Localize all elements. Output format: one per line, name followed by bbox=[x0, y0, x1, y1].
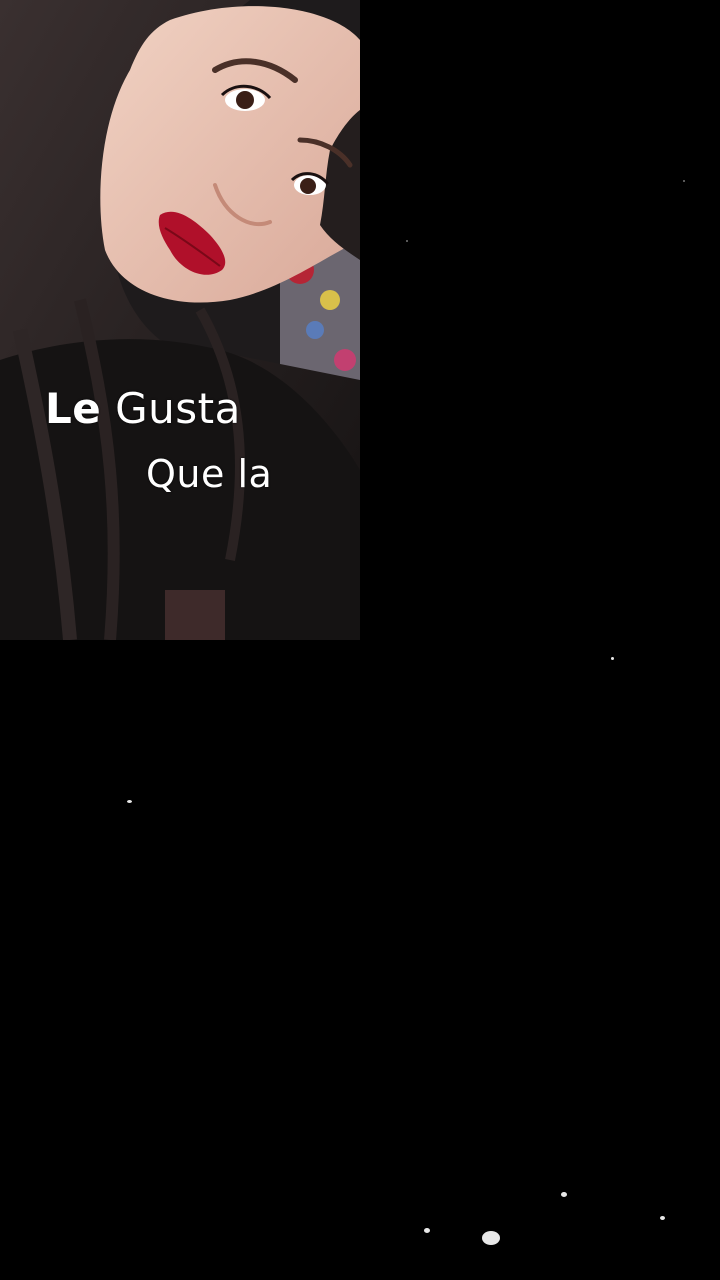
dust-speck bbox=[611, 657, 614, 660]
portrait-illustration bbox=[0, 0, 360, 640]
video-frame: Le Gusta Que la bbox=[0, 0, 720, 1280]
caption-line-1: Le Gusta bbox=[45, 384, 241, 433]
caption-line-2: Que la bbox=[146, 452, 273, 496]
dust-speck bbox=[424, 1228, 430, 1233]
dust-speck bbox=[406, 240, 408, 242]
dust-speck bbox=[127, 800, 132, 803]
portrait-photo bbox=[0, 0, 360, 640]
caption-word-gusta: Gusta bbox=[115, 384, 241, 433]
dust-speck bbox=[561, 1192, 567, 1197]
dust-speck bbox=[660, 1216, 665, 1220]
dust-speck bbox=[683, 180, 685, 182]
caption-word-le: Le bbox=[45, 384, 102, 433]
dust-speck bbox=[482, 1231, 500, 1245]
